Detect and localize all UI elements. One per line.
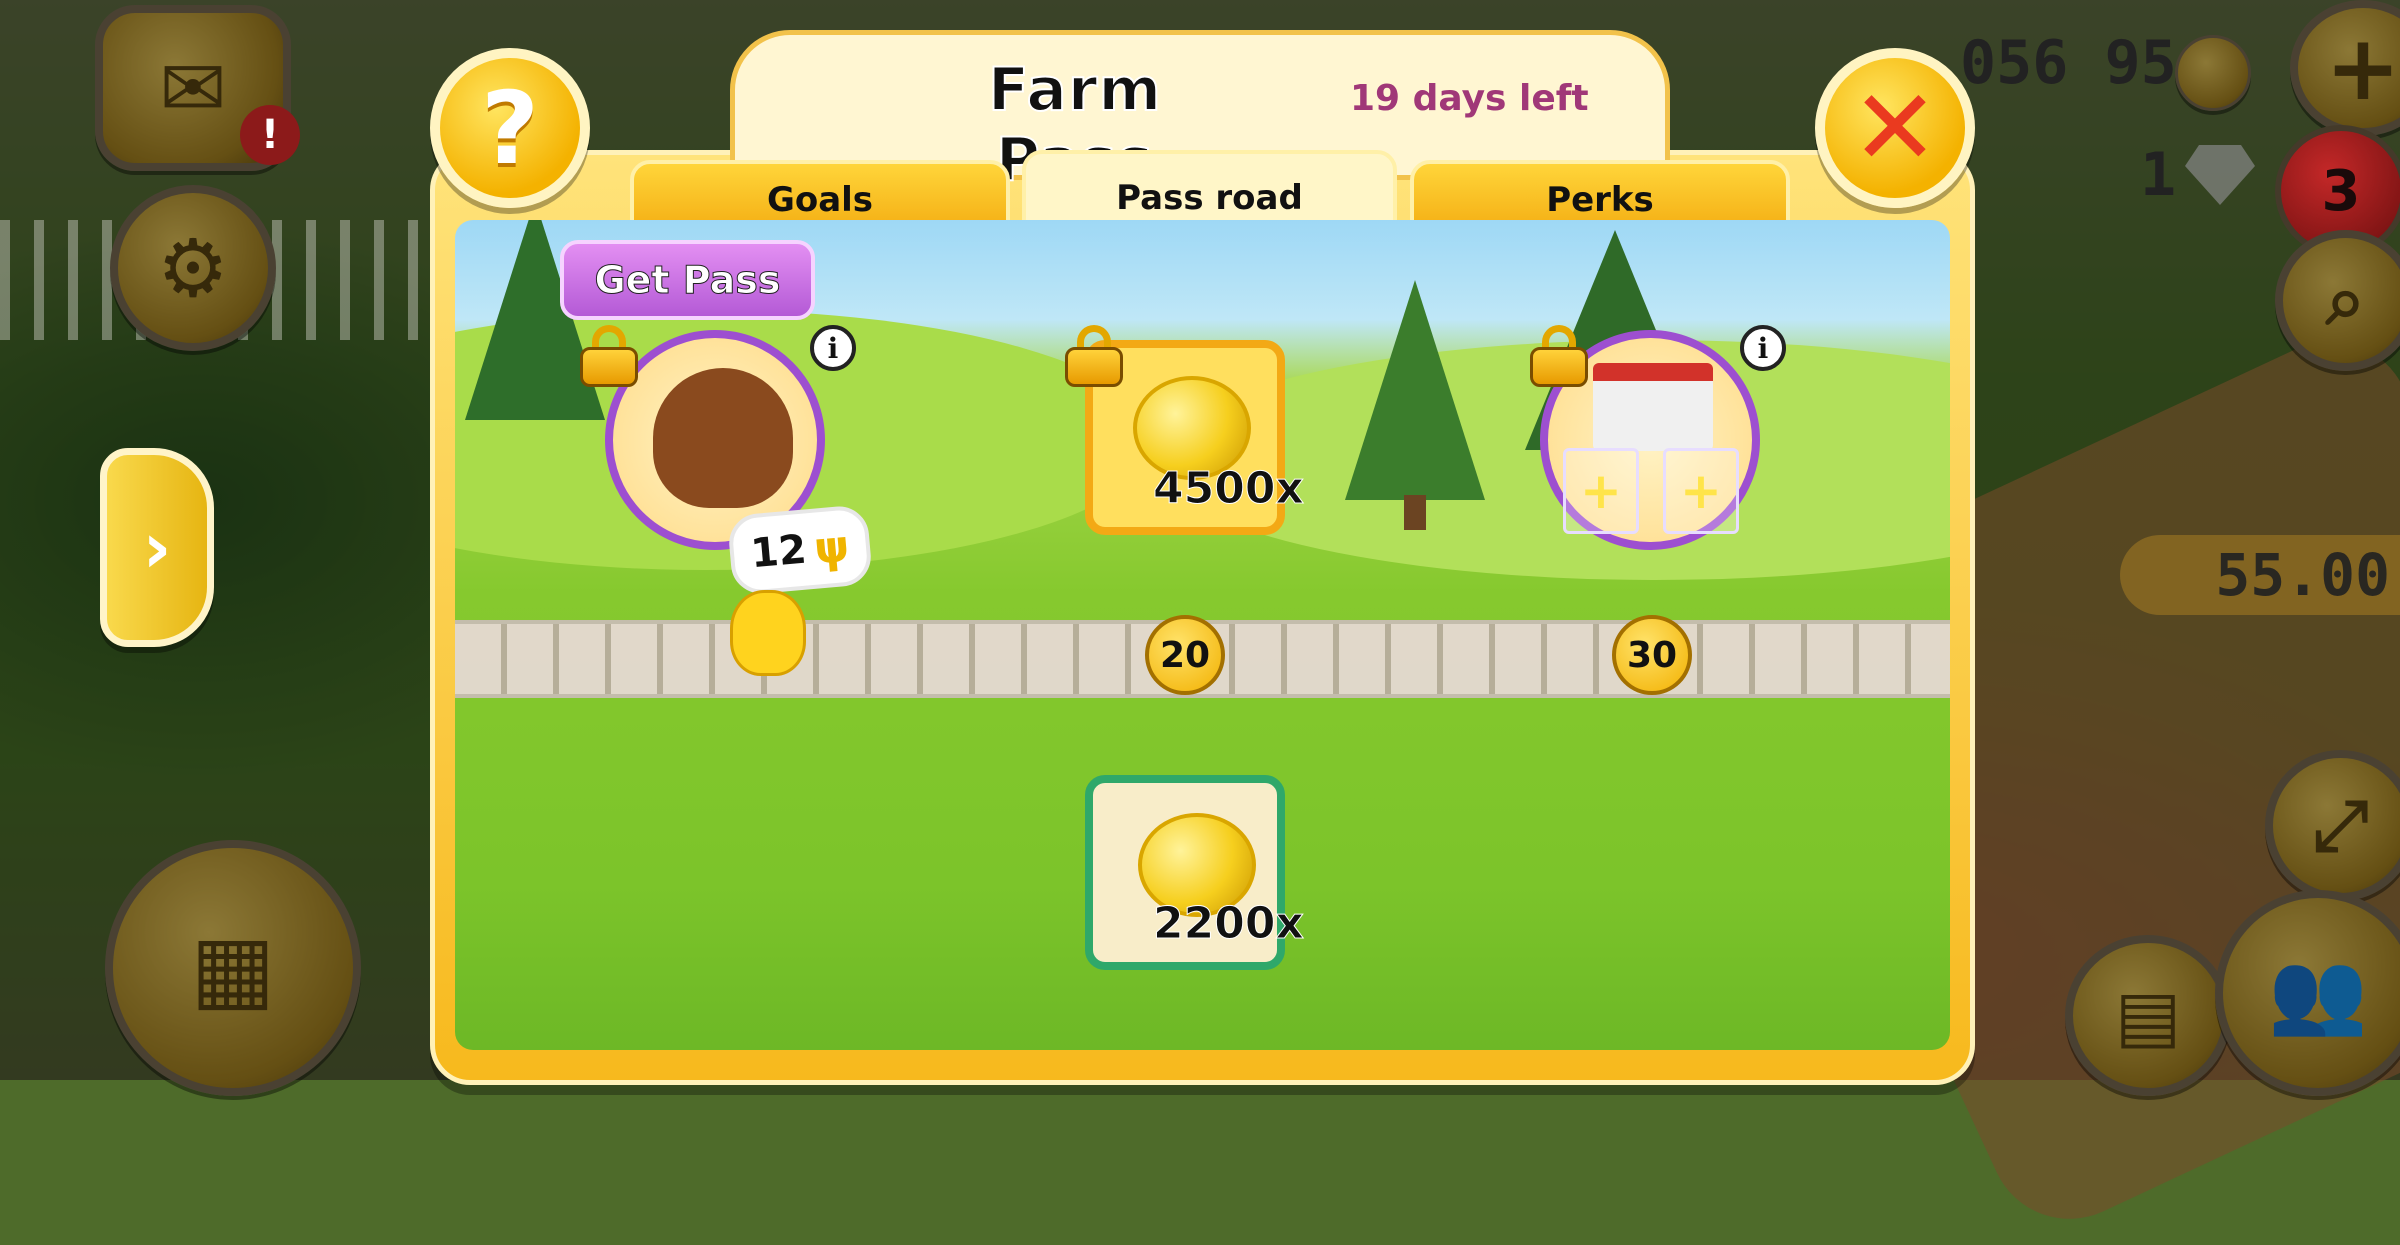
plus-icon: + (2325, 15, 2400, 121)
close-button[interactable]: ✕ (1815, 48, 1975, 208)
money-value: 55.00 (2215, 541, 2390, 609)
envelope-icon: ✉ (159, 41, 227, 135)
expand-icon: ⤢ (2312, 784, 2369, 866)
info-icon[interactable]: i (1740, 325, 1786, 371)
horse-icon (653, 368, 793, 508)
coin-icon (2175, 35, 2251, 111)
lock-icon (1530, 325, 1588, 387)
coin-count: 056 954 (1960, 28, 2213, 98)
lock-icon (580, 325, 638, 387)
chevron-right-icon: › (142, 506, 172, 589)
milestone-marker: 20 (1145, 615, 1225, 695)
diamond-count: 1 (2140, 140, 2177, 210)
scenery-trunk (1404, 495, 1426, 530)
get-pass-label: Get Pass (594, 258, 781, 303)
cash-register-icon: ▦ (190, 915, 276, 1021)
reward-quantity: 4500x (1153, 463, 1305, 515)
question-icon: ? (480, 69, 539, 187)
current-level-sign: 12 ψ (726, 504, 874, 596)
lock-icon (1065, 325, 1123, 387)
tab-label: Goals (766, 180, 874, 220)
reward-quantity: 2200x (1153, 898, 1305, 950)
add-slot-icon: + (1663, 448, 1739, 534)
farm-pass-dialog: Farm Pass 19 days left ? ✕ Goals Pass ro… (430, 30, 1975, 1085)
info-icon[interactable]: i (810, 325, 856, 371)
friends-icon: 👥 (2268, 946, 2368, 1039)
newspaper-button[interactable]: ▤ (2065, 935, 2231, 1096)
days-left-label: 19 days left (1350, 78, 1589, 119)
magnifier-icon: ⌕ (2325, 259, 2366, 341)
side-expand-button[interactable]: › (100, 448, 214, 647)
chicken-foot-icon: ψ (812, 520, 852, 575)
help-button[interactable]: ? (430, 48, 590, 208)
farmhouse-icon (1593, 363, 1713, 451)
money-display: 55.00 (2120, 535, 2400, 615)
settings-button[interactable]: ⚙ (110, 185, 276, 351)
add-slot-icon: + (1563, 448, 1639, 534)
milestone-marker: 30 (1612, 615, 1692, 695)
newspaper-icon: ▤ (2114, 974, 2182, 1057)
gear-icon: ⚙ (157, 221, 229, 315)
tab-label: Pass road (1116, 177, 1303, 218)
alert-badge-icon: ! (240, 105, 300, 165)
close-icon: ✕ (1851, 67, 1939, 189)
shop-register-button[interactable]: ▦ (105, 840, 361, 1096)
scenery-tree (1345, 280, 1485, 500)
current-level-value: 12 (748, 526, 809, 578)
pass-road-panel: Get Pass i 4500x + + i 12 ψ 20 30 2200x (455, 220, 1950, 1050)
get-pass-button[interactable]: Get Pass (560, 240, 815, 320)
tab-label: Perks (1546, 180, 1654, 220)
chick-mascot (730, 590, 806, 676)
free-reward-coins[interactable]: 2200x (1085, 775, 1304, 970)
